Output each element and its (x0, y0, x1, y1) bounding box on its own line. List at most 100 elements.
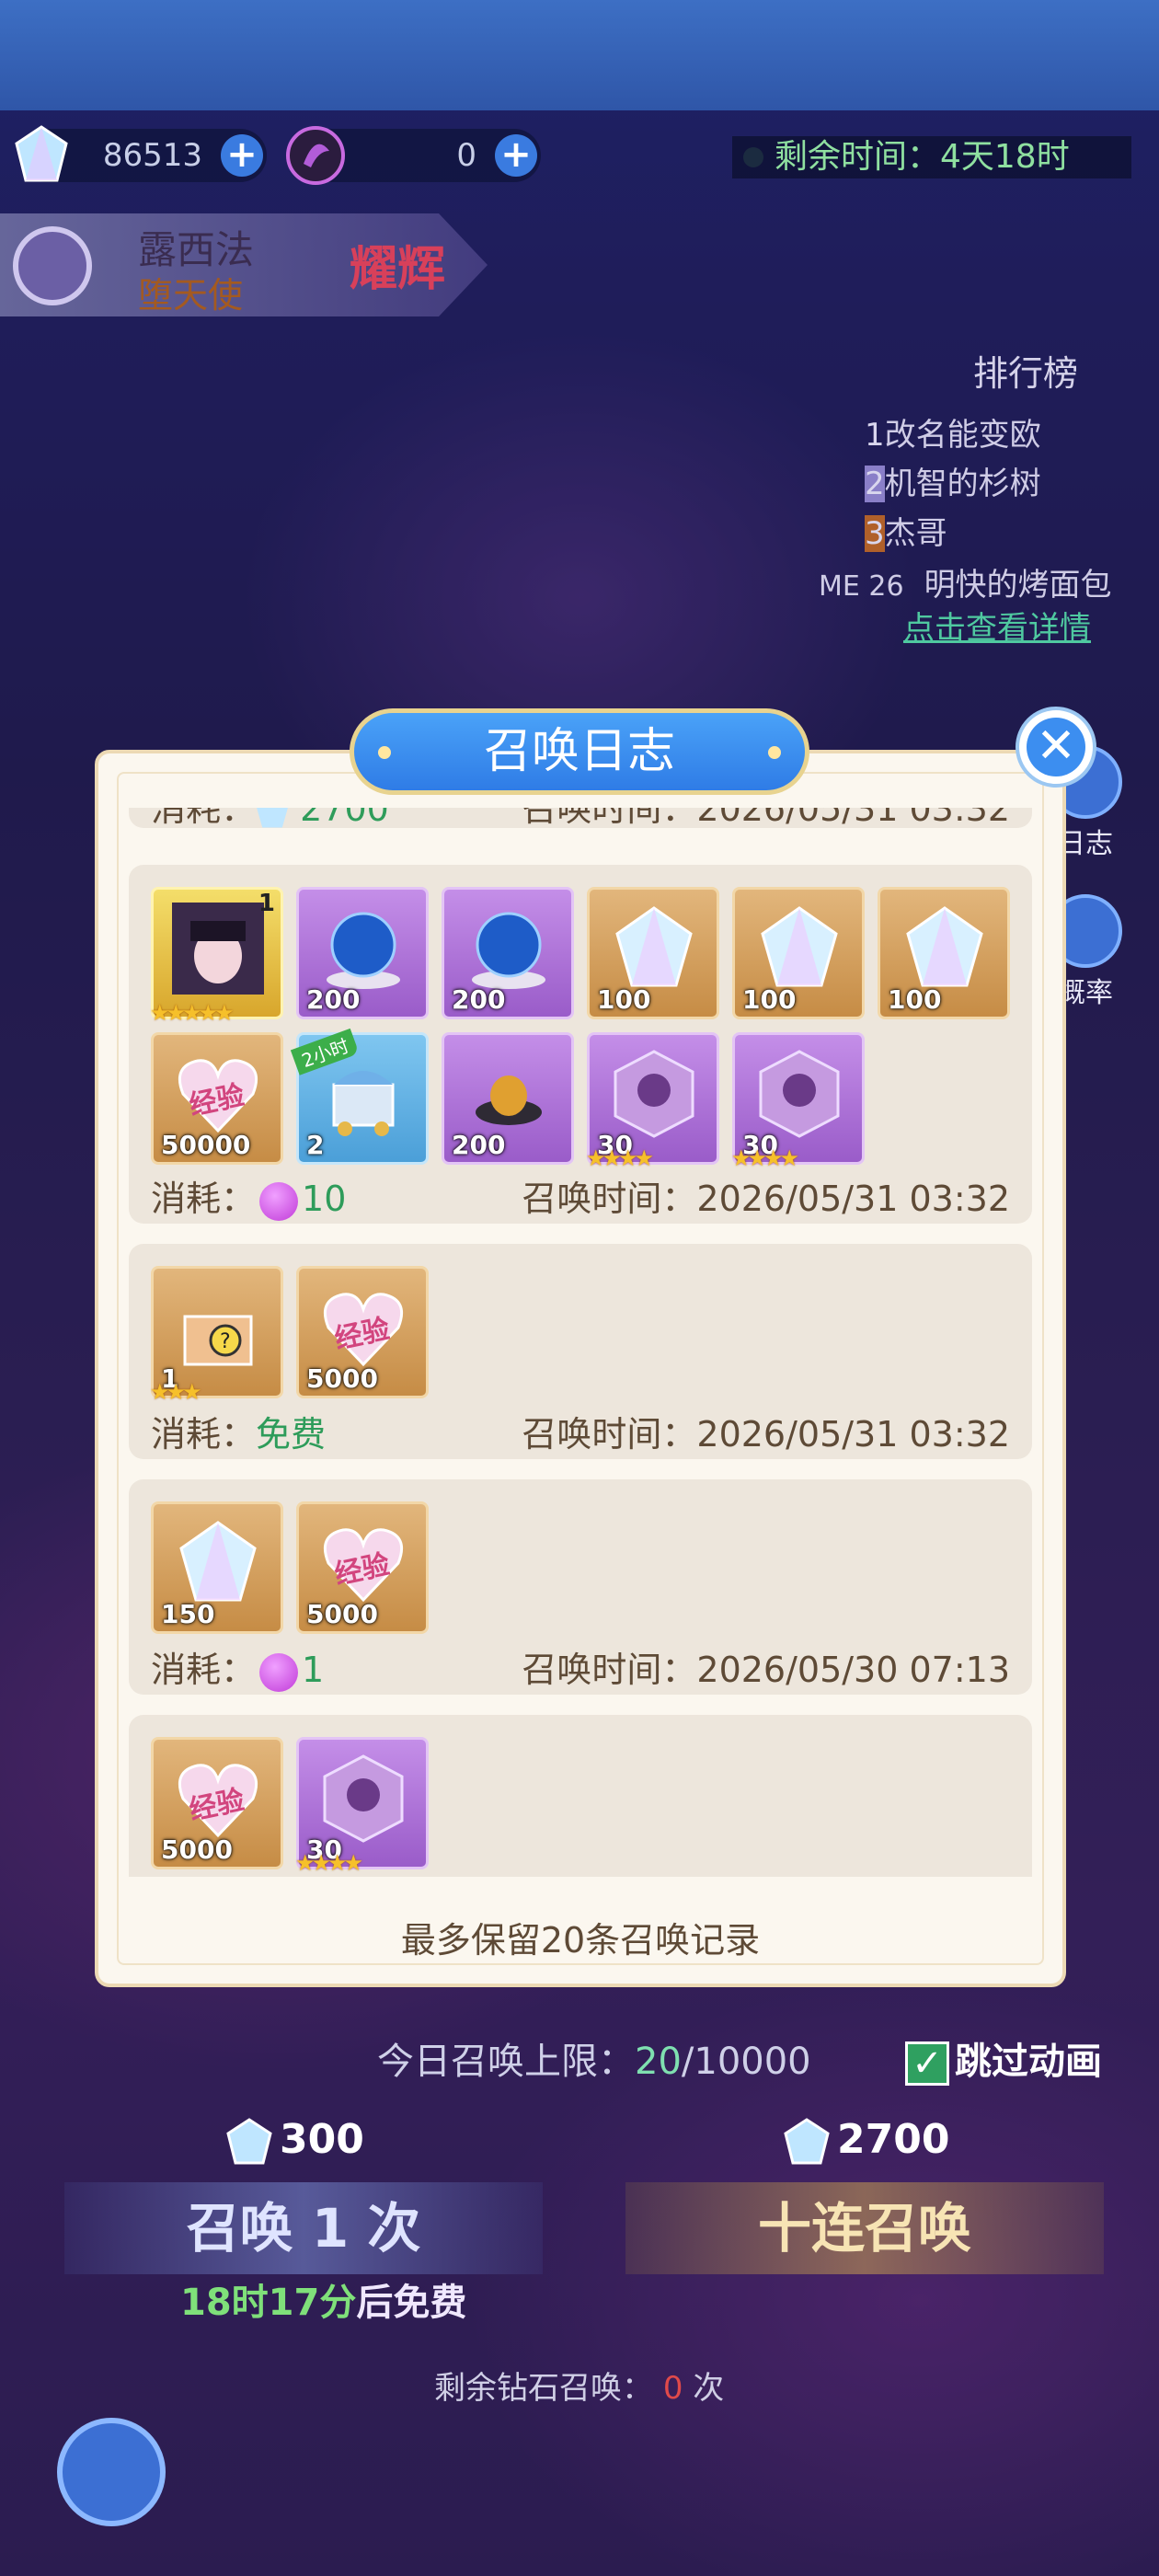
diamond-icon (761, 906, 838, 987)
event-timer: 剩余时间：4天18时 (732, 136, 1131, 178)
item-quantity: 1 (258, 890, 275, 917)
reward-item[interactable]: 200 (296, 887, 429, 1019)
reward-item[interactable]: 经验 50000 (151, 1032, 283, 1165)
skip-label: 跳过动画 (955, 2041, 1102, 2083)
reward-item[interactable]: 经验 5000 (296, 1266, 429, 1398)
add-tickets-button[interactable]: + (495, 134, 537, 177)
gem-counter: 86513 + (15, 125, 267, 182)
limit-used: 20 (635, 2041, 682, 2083)
star-rating: ★★★★ (731, 1145, 799, 1171)
reward-item[interactable]: 30 ★★★★ (731, 1032, 865, 1171)
rank-number: ME 26 (819, 570, 904, 603)
rank-entry: 3杰哥 (865, 508, 947, 553)
skip-animation-toggle[interactable]: ✓ 跳过动画 (905, 2031, 1102, 2086)
rank-name: 机智的杉树 (884, 466, 1041, 502)
cost-label: 消耗： (151, 1414, 257, 1455)
time-label: 召唤时间： (522, 808, 697, 829)
mystery-box-icon: ? (183, 1315, 253, 1366)
crystal-orb-icon (472, 912, 545, 989)
reward-item[interactable]: 经验 5000 (296, 1501, 429, 1634)
time-label: 召唤时间： (522, 1179, 697, 1219)
item-quantity: 2 (306, 1130, 325, 1160)
cost-value: 2700 (300, 808, 389, 829)
ranking-header[interactable]: 排行榜 (973, 345, 1078, 396)
rank-entry: 1改名能变欧 (865, 409, 1041, 454)
character-shard-icon (323, 1754, 404, 1843)
star-rating: ★★★★ (295, 1850, 363, 1876)
svg-text:?: ? (220, 1330, 231, 1353)
diamond-icon (615, 906, 693, 987)
time-value: 2026/05/31 03:32 (696, 808, 1010, 829)
record-cost: 消耗： 10 (151, 1170, 346, 1221)
reward-item[interactable]: 200 (442, 887, 574, 1019)
summon-ticket-icon (286, 126, 345, 185)
gem-icon (15, 125, 68, 182)
reward-item[interactable]: 150 (151, 1501, 283, 1634)
rank-number: 2 (865, 466, 885, 502)
rarity-badge: 耀辉 (350, 241, 446, 297)
cost-value: 免费 (256, 1414, 327, 1455)
rank-entry-me: ME 26 明快的烤面包 (819, 559, 1112, 604)
close-button[interactable]: ✕ (1016, 707, 1096, 788)
reward-item[interactable]: 100 (732, 887, 865, 1019)
gem-icon (256, 808, 290, 828)
remaining-summons: 剩余钻石召唤： 0 次 (434, 2363, 724, 2408)
ranking-detail-link[interactable]: 点击查看详情 (903, 603, 1091, 648)
time-label: 召唤时间： (522, 1414, 697, 1455)
gem-icon (226, 2118, 272, 2165)
record-cost: 消耗：免费 (151, 1406, 326, 1456)
free-time: 18时17分 (180, 2282, 357, 2324)
add-gems-button[interactable]: + (221, 134, 263, 177)
daily-limit: 今日召唤上限：20/10000 (377, 2031, 811, 2085)
crystal-orb-icon (327, 912, 400, 989)
rank-name: 杰哥 (884, 515, 947, 552)
single-cost: 300 (224, 2116, 364, 2167)
summon-record: 150 经验 5000 消耗： 1 召唤时间：2026/05/30 07:13 (129, 1479, 1032, 1695)
reward-item[interactable]: 30 ★★★★ (586, 1032, 719, 1171)
rank-number: 3 (865, 515, 885, 552)
diamond-icon (906, 906, 983, 987)
summon-record-list[interactable]: 消耗： 2700 召唤时间：2026/05/31 03:32 1 ★★★★★ 2… (129, 808, 1032, 1877)
free-timer: 18时17分后免费 (180, 2272, 466, 2326)
ticket-count: 0 (456, 137, 476, 174)
summon-ten-button[interactable]: 十连召唤 (625, 2182, 1104, 2274)
checkbox-checked-icon[interactable]: ✓ (905, 2041, 949, 2086)
free-suffix: 后免费 (356, 2282, 467, 2324)
top-banner (0, 0, 1159, 110)
record-cost: 消耗： 1 (151, 1641, 324, 1692)
item-quantity: 100 (888, 984, 942, 1015)
item-quantity: 5000 (306, 1363, 378, 1394)
reward-item[interactable]: 30 ★★★★ (295, 1737, 429, 1876)
reward-item[interactable]: ? 1 ★★★ (150, 1266, 283, 1405)
title-ornament (378, 746, 391, 759)
reward-item[interactable]: 100 (878, 887, 1010, 1019)
summon-once-button[interactable]: 召唤 1 次 (64, 2182, 543, 2274)
reward-item[interactable]: 2小时 2 (290, 1028, 429, 1165)
limit-label: 今日召唤上限： (377, 2041, 635, 2083)
record-cost: 消耗： 2700 (151, 808, 389, 831)
back-button[interactable] (57, 2418, 166, 2526)
reward-character[interactable]: 1 ★★★★★ (150, 887, 283, 1026)
hero-banner[interactable]: 露西法 堕天使 耀辉 (0, 213, 488, 316)
time-label: 召唤时间： (522, 1650, 697, 1690)
title-ornament (768, 746, 781, 759)
limit-total: /10000 (681, 2041, 811, 2083)
character-shard-icon (759, 1050, 840, 1138)
reward-item[interactable]: 100 (587, 887, 719, 1019)
summon-record: 经验 5000 30 ★★★★ (129, 1715, 1032, 1877)
modal-title-banner: 召唤日志 (350, 708, 809, 795)
rank-name: 明快的烤面包 (924, 567, 1112, 604)
single-cost-value: 300 (280, 2116, 364, 2163)
remain-prefix: 剩余钻石召唤： (434, 2370, 653, 2407)
time-value: 2026/05/30 07:13 (696, 1650, 1010, 1690)
diamond-icon (179, 1521, 257, 1602)
item-quantity: 50000 (161, 1130, 251, 1160)
reward-item[interactable]: 经验 5000 (151, 1737, 283, 1869)
rate-label: 概率 (1058, 977, 1113, 1009)
close-icon[interactable]: ✕ (1027, 718, 1085, 776)
reward-item[interactable]: 200 (442, 1032, 574, 1165)
gem-icon (784, 2118, 830, 2165)
rank-number: 1 (865, 417, 885, 454)
modal-title: 召唤日志 (483, 724, 675, 779)
record-time: 召唤时间：2026/05/31 03:32 (522, 808, 1010, 831)
